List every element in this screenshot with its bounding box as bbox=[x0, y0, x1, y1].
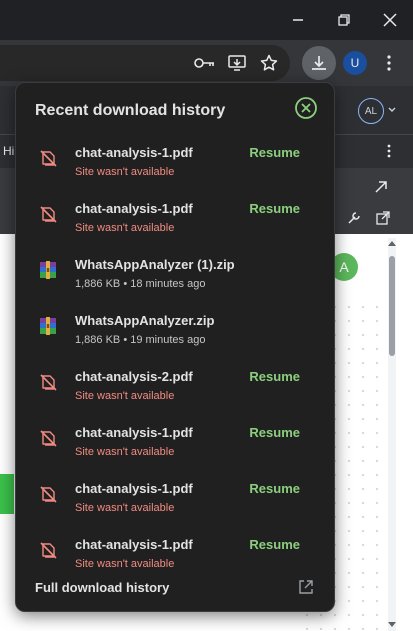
window-titlebar bbox=[0, 0, 413, 40]
download-status: Site wasn't available bbox=[75, 390, 175, 402]
download-status: Site wasn't available bbox=[75, 222, 175, 234]
restore-button[interactable] bbox=[332, 8, 356, 32]
wrench-icon[interactable] bbox=[346, 210, 362, 226]
download-filename[interactable]: WhatsAppAnalyzer.zip bbox=[75, 313, 214, 328]
download-filename[interactable]: chat-analysis-1.pdf bbox=[75, 425, 193, 440]
minimize-icon bbox=[293, 19, 303, 21]
password-key-button[interactable] bbox=[191, 49, 219, 77]
resume-button[interactable]: Resume bbox=[249, 425, 300, 440]
star-icon bbox=[260, 54, 278, 71]
downloads-button[interactable] bbox=[302, 46, 336, 80]
install-app-icon bbox=[228, 55, 246, 71]
download-icon bbox=[312, 56, 326, 70]
close-circle-icon bbox=[295, 97, 317, 119]
download-item[interactable]: chat-analysis-1.pdf Site wasn't available… bbox=[16, 531, 334, 587]
blocked-file-icon-wrapper bbox=[37, 539, 59, 561]
download-status: Site wasn't available bbox=[75, 558, 175, 570]
bookmark-star-button[interactable] bbox=[255, 49, 283, 77]
scroll-down-arrow-icon[interactable] bbox=[388, 622, 396, 628]
blocked-file-icon bbox=[40, 206, 57, 223]
blocked-file-icon bbox=[40, 486, 57, 503]
kebab-menu-icon bbox=[387, 55, 391, 71]
full-download-history-link[interactable]: Full download history bbox=[35, 580, 169, 595]
close-window-button[interactable] bbox=[378, 8, 402, 32]
profile-avatar[interactable]: U bbox=[343, 51, 367, 75]
open-external-icon[interactable] bbox=[374, 180, 388, 194]
blocked-file-icon bbox=[40, 542, 57, 559]
download-status: 1,886 KB • 19 minutes ago bbox=[75, 334, 206, 346]
zip-archive-icon bbox=[40, 317, 56, 335]
download-item[interactable]: WhatsAppAnalyzer.zip 1,886 KB • 19 minute… bbox=[16, 307, 334, 363]
zip-archive-icon-wrapper bbox=[37, 259, 59, 281]
download-filename[interactable]: WhatsAppAnalyzer (1).zip bbox=[75, 257, 235, 272]
blocked-file-icon-wrapper bbox=[37, 147, 59, 169]
chevron-down-icon bbox=[388, 107, 396, 112]
resume-button[interactable]: Resume bbox=[249, 145, 300, 160]
blocked-file-icon-wrapper bbox=[37, 427, 59, 449]
kebab-menu-icon[interactable] bbox=[387, 144, 391, 158]
page-tab-label: Hi bbox=[3, 144, 15, 158]
key-icon bbox=[194, 58, 214, 68]
blocked-file-icon bbox=[40, 374, 57, 391]
resume-button[interactable]: Resume bbox=[249, 537, 300, 552]
download-status: Site wasn't available bbox=[75, 166, 175, 178]
open-in-new-tab-button[interactable] bbox=[297, 578, 315, 596]
blocked-file-icon-wrapper bbox=[37, 483, 59, 505]
install-app-button[interactable] bbox=[223, 49, 251, 77]
blocked-file-icon bbox=[40, 150, 57, 167]
zip-archive-icon bbox=[40, 261, 56, 279]
resume-button[interactable]: Resume bbox=[249, 481, 300, 496]
download-filename[interactable]: chat-analysis-1.pdf bbox=[75, 145, 193, 160]
download-item[interactable]: WhatsAppAnalyzer (1).zip 1,886 KB • 18 mi… bbox=[16, 251, 334, 307]
browser-menu-button[interactable] bbox=[375, 49, 403, 77]
download-status: Site wasn't available bbox=[75, 502, 175, 514]
resume-button[interactable]: Resume bbox=[249, 201, 300, 216]
download-filename[interactable]: chat-analysis-1.pdf bbox=[75, 481, 193, 496]
blocked-file-icon-wrapper bbox=[37, 371, 59, 393]
download-item[interactable]: chat-analysis-1.pdf Site wasn't available… bbox=[16, 419, 334, 475]
download-item[interactable]: chat-analysis-2.pdf Site wasn't available… bbox=[16, 363, 334, 419]
zip-archive-icon-wrapper bbox=[37, 315, 59, 337]
blocked-file-icon bbox=[40, 430, 57, 447]
download-status: 1,886 KB • 18 minutes ago bbox=[75, 278, 206, 290]
open-external-icon[interactable] bbox=[376, 211, 390, 225]
download-status: Site wasn't available bbox=[75, 446, 175, 458]
blocked-file-icon-wrapper bbox=[37, 203, 59, 225]
open-in-new-icon bbox=[299, 580, 313, 594]
popup-title: Recent download history bbox=[35, 102, 226, 119]
download-item[interactable]: chat-analysis-1.pdf Site wasn't available… bbox=[16, 139, 334, 195]
download-history-popup: Recent download history chat-analysis-1.… bbox=[15, 82, 335, 612]
page-scrollbar-thumb[interactable] bbox=[389, 256, 395, 356]
restore-icon bbox=[338, 14, 350, 26]
download-filename[interactable]: chat-analysis-2.pdf bbox=[75, 369, 193, 384]
download-filename[interactable]: chat-analysis-1.pdf bbox=[75, 537, 193, 552]
download-item[interactable]: chat-analysis-1.pdf Site wasn't available… bbox=[16, 195, 334, 251]
close-popup-button[interactable] bbox=[294, 96, 318, 120]
page-user-avatar[interactable]: AL bbox=[358, 98, 384, 124]
download-item[interactable]: chat-analysis-1.pdf Site wasn't available… bbox=[16, 475, 334, 531]
page-green-button[interactable] bbox=[0, 474, 14, 514]
download-filename[interactable]: chat-analysis-1.pdf bbox=[75, 201, 193, 216]
resume-button[interactable]: Resume bbox=[249, 369, 300, 384]
minimize-button[interactable] bbox=[286, 8, 310, 32]
close-icon bbox=[383, 13, 397, 27]
scroll-up-arrow-icon[interactable] bbox=[388, 240, 396, 246]
